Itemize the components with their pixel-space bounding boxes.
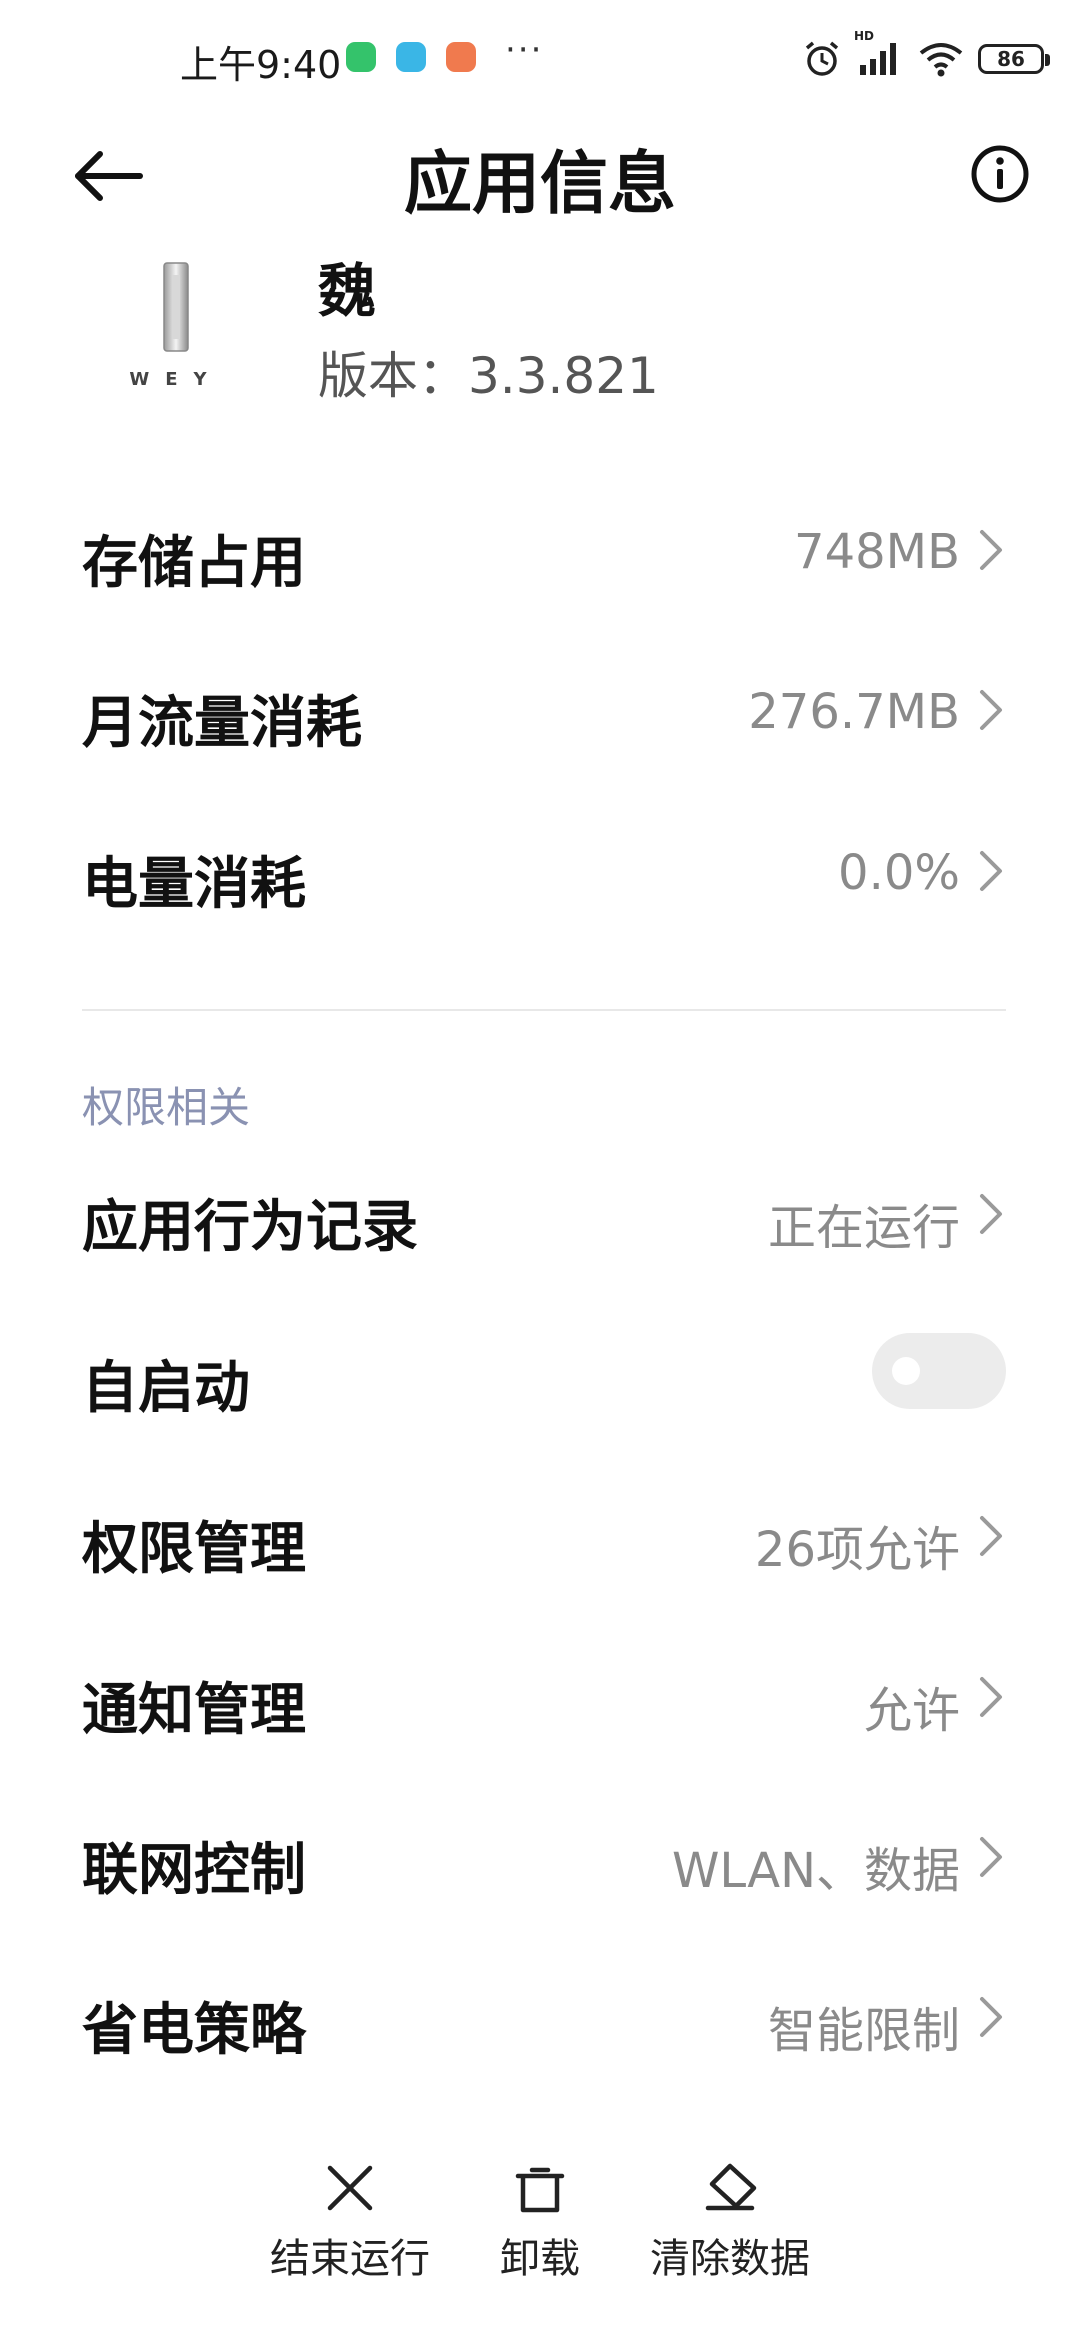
clear-data-button[interactable]: 清除数据 bbox=[640, 2160, 820, 2284]
chevron-right-icon bbox=[980, 1516, 1002, 1556]
status-bar: 上午9:40 ··· HD 86 bbox=[0, 0, 1080, 120]
info-icon[interactable] bbox=[968, 142, 1032, 206]
hd-badge: HD bbox=[854, 29, 875, 43]
power-saving-policy-row[interactable]: 省电策略 智能限制 bbox=[82, 1963, 1006, 2063]
autostart-toggle[interactable] bbox=[872, 1333, 1006, 1409]
app-behavior-record-row[interactable]: 应用行为记录 正在运行 bbox=[82, 1160, 1006, 1260]
divider bbox=[82, 1009, 1006, 1011]
uninstall-button[interactable]: 卸载 bbox=[480, 2160, 600, 2284]
app-name: 魏 bbox=[318, 257, 377, 325]
row-label: 自启动 bbox=[82, 1356, 250, 1421]
chevron-right-icon bbox=[980, 851, 1002, 891]
row-value: 276.7MB bbox=[748, 684, 960, 740]
row-value: 0.0% bbox=[838, 845, 960, 901]
row-label: 通知管理 bbox=[82, 1678, 306, 1743]
app-version: 版本：3.3.821 bbox=[318, 347, 659, 405]
app-notification-icon-2 bbox=[446, 42, 476, 72]
bottom-action-bar: 结束运行 卸载 清除数据 bbox=[0, 2160, 1080, 2310]
page-title: 应用信息 bbox=[403, 145, 676, 224]
app-logo-text: WEY bbox=[129, 369, 222, 390]
app-icon: WEY bbox=[118, 255, 234, 395]
close-icon bbox=[327, 2165, 373, 2211]
app-notification-icon bbox=[396, 42, 426, 72]
toggle-knob bbox=[892, 1357, 920, 1385]
permission-management-row[interactable]: 权限管理 26项允许 bbox=[82, 1482, 1006, 1582]
battery-usage-row[interactable]: 电量消耗 0.0% bbox=[82, 817, 1006, 917]
more-notifications-icon: ··· bbox=[505, 30, 544, 70]
row-label: 电量消耗 bbox=[82, 852, 306, 917]
trash-icon bbox=[515, 2167, 565, 2213]
signal-strength-icon: HD bbox=[854, 29, 904, 81]
storage-usage-row[interactable]: 存储占用 748MB bbox=[82, 496, 1006, 596]
network-control-row[interactable]: 联网控制 WLAN、数据 bbox=[82, 1803, 1006, 1903]
uninstall-label: 卸载 bbox=[500, 2236, 580, 2282]
clear-data-label: 清除数据 bbox=[650, 2236, 810, 2282]
notification-management-row[interactable]: 通知管理 允许 bbox=[82, 1643, 1006, 1743]
chevron-right-icon bbox=[980, 1837, 1002, 1877]
chevron-right-icon bbox=[980, 1677, 1002, 1717]
app-bar: 应用信息 bbox=[0, 120, 1080, 230]
wifi-icon bbox=[919, 43, 963, 77]
row-value: 26项允许 bbox=[754, 1522, 960, 1578]
row-label: 联网控制 bbox=[82, 1838, 306, 1903]
row-value: 正在运行 bbox=[767, 1200, 960, 1256]
autostart-row: 自启动 bbox=[82, 1321, 1006, 1421]
eraser-icon bbox=[705, 2163, 757, 2211]
status-icons: HD 86 bbox=[802, 29, 1050, 82]
force-stop-label: 结束运行 bbox=[270, 2236, 430, 2282]
row-label: 应用行为记录 bbox=[82, 1195, 418, 1260]
row-value: 允许 bbox=[863, 1683, 960, 1739]
row-value: WLAN、数据 bbox=[671, 1843, 960, 1899]
chevron-right-icon bbox=[980, 690, 1002, 730]
chevron-right-icon bbox=[980, 1194, 1002, 1234]
chevron-right-icon bbox=[980, 530, 1002, 570]
row-label: 权限管理 bbox=[82, 1517, 306, 1582]
monthly-data-usage-row[interactable]: 月流量消耗 276.7MB bbox=[82, 656, 1006, 756]
row-label: 月流量消耗 bbox=[82, 691, 362, 756]
wechat-notification-icon bbox=[346, 42, 376, 72]
row-value: 智能限制 bbox=[767, 2003, 960, 2059]
status-time: 上午9:40 bbox=[180, 43, 342, 87]
force-stop-button[interactable]: 结束运行 bbox=[260, 2160, 440, 2284]
battery-icon: 86 bbox=[978, 44, 1050, 74]
row-value: 748MB bbox=[794, 524, 960, 580]
alarm-icon bbox=[805, 41, 839, 76]
row-label: 存储占用 bbox=[82, 531, 306, 596]
section-header-permissions: 权限相关 bbox=[82, 1083, 251, 1132]
row-label: 省电策略 bbox=[82, 1998, 306, 2063]
chevron-right-icon bbox=[980, 1997, 1002, 2037]
